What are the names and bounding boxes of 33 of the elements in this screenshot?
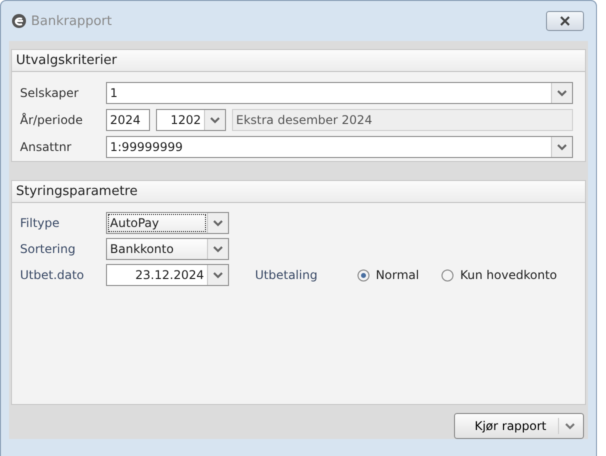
date-picker[interactable]: 23.12.2024	[106, 264, 229, 286]
field-label: Utbetaling	[255, 268, 318, 282]
period-dropdown[interactable]: 1202	[156, 109, 226, 131]
window-title: Bankrapport	[31, 14, 113, 28]
employee-dropdown[interactable]: 1:99999999	[106, 136, 573, 158]
year-field[interactable]: 2024	[106, 109, 150, 131]
chevron-down-icon	[213, 246, 223, 252]
close-button[interactable]	[546, 11, 584, 31]
field-label: Sortering	[20, 242, 76, 256]
chevron-down-icon	[213, 272, 223, 278]
field-label: Utbet.dato	[20, 268, 86, 282]
radio-button[interactable]	[356, 268, 370, 282]
radio-button[interactable]	[441, 268, 454, 282]
chevron-down-icon	[565, 422, 575, 430]
chevron-down-icon	[213, 220, 223, 226]
section-header: Styringsparametre	[12, 181, 585, 203]
radio-option[interactable]: Normal	[356, 268, 420, 282]
dropdown[interactable]: AutoPay	[106, 212, 229, 234]
close-icon	[559, 16, 571, 26]
chevron-down-icon	[210, 116, 220, 124]
app-logo-icon	[11, 13, 27, 29]
field-label: Ansattnr	[20, 140, 72, 154]
field-label: År/periode	[20, 113, 84, 127]
field-label: Selskaper	[20, 86, 80, 100]
radio-option[interactable]: Kun hovedkonto	[441, 268, 557, 282]
period-description-field: Ekstra desember 2024	[232, 109, 573, 131]
chevron-down-icon	[557, 90, 567, 96]
dropdown[interactable]: Bankkonto	[106, 238, 229, 260]
run-report-button[interactable]: Kjør rapport	[454, 413, 584, 439]
field-label: Filtype	[20, 216, 61, 230]
chevron-down-icon	[557, 144, 567, 150]
section-header: Utvalgskriterier	[12, 50, 585, 72]
company-dropdown[interactable]: 1	[106, 82, 573, 104]
